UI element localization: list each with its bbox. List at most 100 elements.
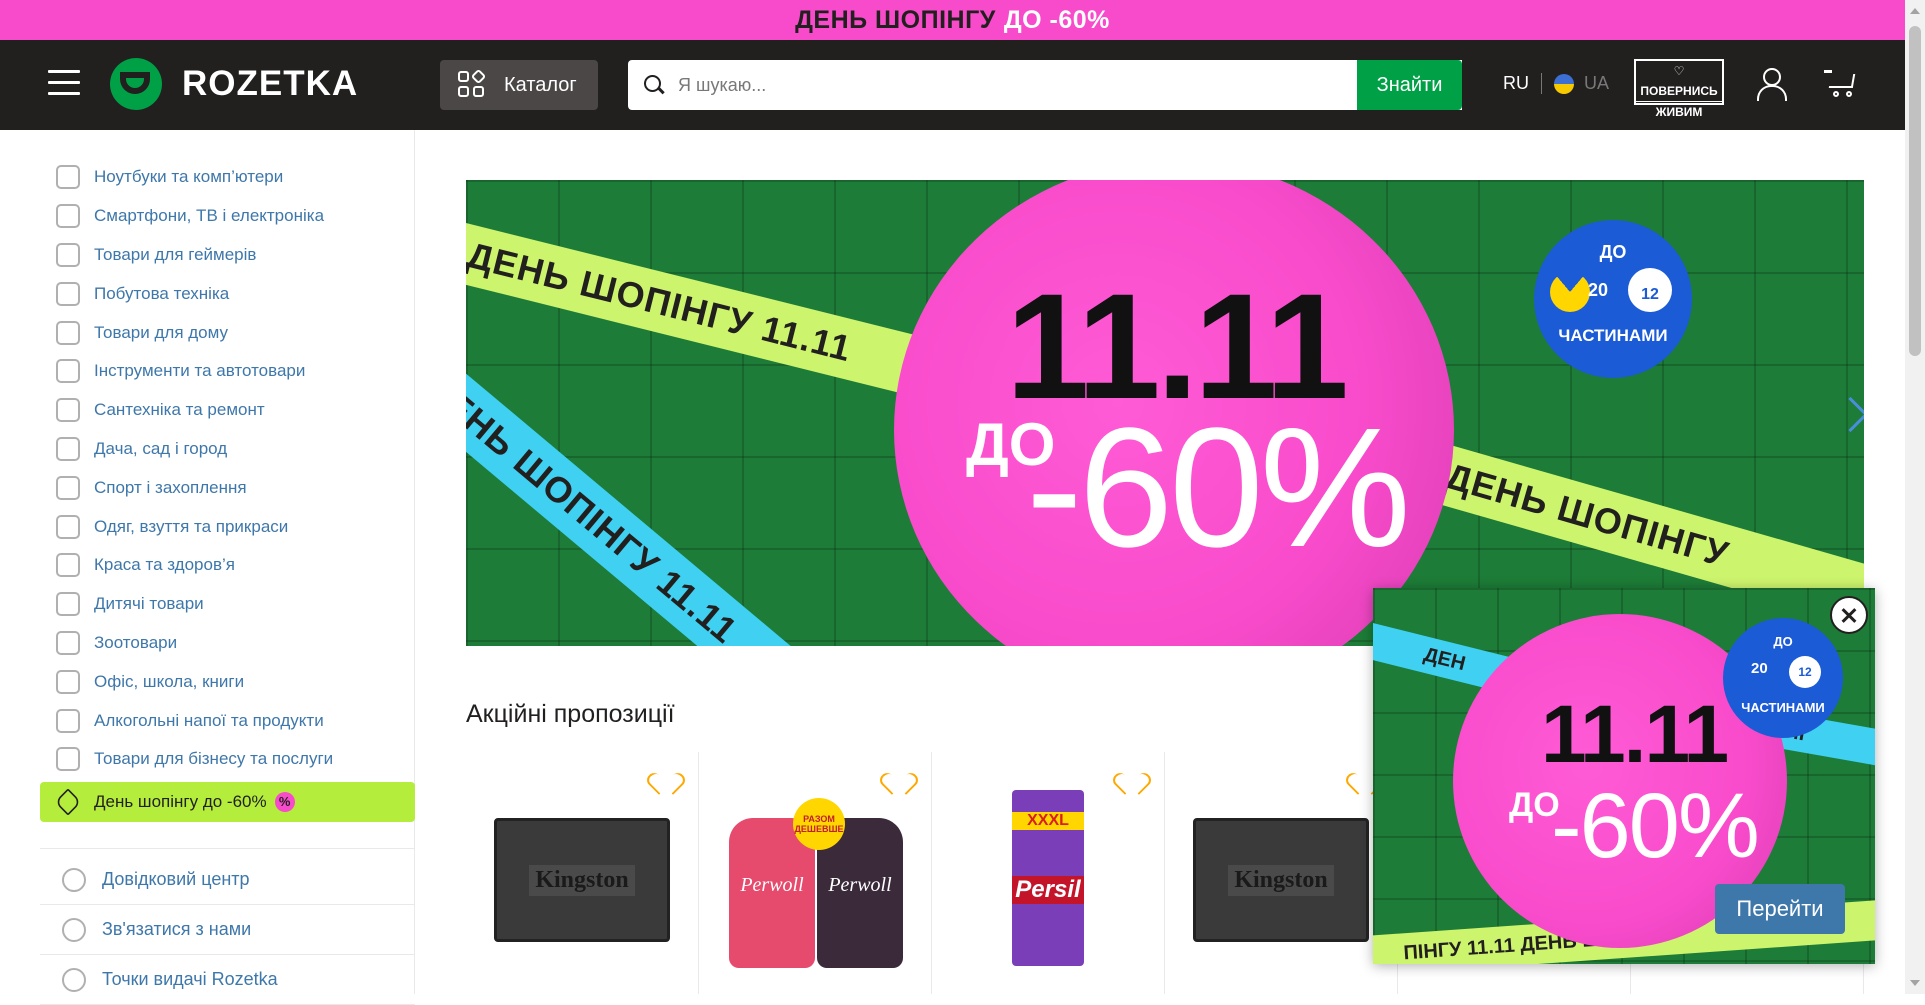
search-icon (642, 73, 666, 97)
scrollbar-thumb[interactable] (1909, 26, 1921, 356)
search-input[interactable] (666, 60, 1410, 110)
product-image[interactable]: Kingston (494, 818, 670, 942)
product-card[interactable]: Kingston (1165, 752, 1398, 994)
sidebar-item-business[interactable]: Товари для бізнесу та послуги (40, 740, 415, 779)
product-card[interactable]: РАЗОМ ДЕШЕВШЕ Perwoll Perwoll (699, 752, 932, 994)
scroll-up-arrow-icon[interactable] (1910, 8, 1920, 14)
popup-go-button[interactable]: Перейти (1715, 884, 1845, 934)
perfume-icon (56, 553, 80, 578)
sidebar-item-label: Алкогольні напої та продукти (94, 710, 324, 730)
armchair-icon (56, 320, 80, 345)
header: ROZETKA Каталог 🎙 Знайти RU UA ♡ ПОВЕРНИ… (0, 40, 1905, 130)
language-switcher: RU UA (1503, 73, 1609, 94)
heart-icon[interactable] (654, 772, 680, 798)
logo-smile-icon (110, 58, 162, 110)
sidebar-item-office[interactable]: Офіс, школа, книги (40, 662, 415, 701)
sidebar-item-label: Побутова техніка (94, 283, 230, 303)
installments-badge-top: ДО (1599, 242, 1627, 262)
heart-icon[interactable] (1120, 772, 1146, 798)
garden-tools-icon (56, 436, 80, 461)
sidebar-item-label: Одяг, взуття та прикраси (94, 516, 289, 536)
sidebar-item-laptops[interactable]: Ноутбуки та комп’ютери (40, 158, 415, 197)
laptop-icon (56, 165, 80, 190)
heart-icon[interactable] (887, 772, 913, 798)
sidebar-item-label: Спорт і захоплення (94, 477, 247, 497)
povernys-line2: ЖИВИМ (1655, 105, 1703, 119)
promo-strip[interactable]: ДЕНЬ ШОПІНГУ ДО -60% (0, 0, 1905, 40)
lang-ua-option[interactable]: UA (1542, 73, 1609, 94)
sidebar-item-label: Дача, сад і город (94, 438, 228, 458)
povernys-zhyvym-logo[interactable]: ♡ ПОВЕРНИСЬ ЖИВИМ (1634, 59, 1724, 119)
page-scrollbar[interactable] (1905, 0, 1925, 994)
paperclip-icon (56, 669, 80, 694)
help-center-label: Довідковий центр (102, 869, 250, 889)
product-image-brand: Kingston (529, 864, 635, 896)
product-card[interactable]: XXXL Persil (932, 752, 1165, 994)
sidebar-item-kids[interactable]: Дитячі товари (40, 585, 415, 624)
popup-badge-bottom: ЧАСТИНАМИ (1741, 700, 1825, 715)
product-card[interactable]: Kingston (466, 752, 699, 994)
section-title: Акційні пропозиції (466, 700, 675, 728)
user-icon[interactable] (1755, 66, 1787, 101)
catalog-label: Каталог (504, 73, 577, 96)
gamepad-icon (56, 242, 80, 267)
sidebar-item-plumbing[interactable]: Сантехніка та ремонт (40, 391, 415, 430)
sidebar-item-shopping-day[interactable]: День шопінгу до -60% % (40, 781, 415, 822)
menu-icon[interactable] (48, 70, 80, 98)
sidebar-item-label: Товари для геймерів (94, 244, 257, 264)
search-box: 🎙 (628, 60, 1462, 110)
sidebar-item-home[interactable]: Товари для дому (40, 313, 415, 352)
paw-icon (56, 630, 80, 655)
installments-badge-bottom: ЧАСТИНАМИ (1558, 326, 1668, 345)
promo-strip-text: ДЕНЬ ШОПІНГУ (795, 5, 996, 34)
cocktail-icon (56, 708, 80, 733)
pickup-points-label: Точки видачі Rozetka (102, 969, 278, 989)
category-list: Ноутбуки та комп’ютери Смартфони, ТВ і е… (40, 158, 415, 822)
sidebar-item-label: Сантехніка та ремонт (94, 400, 265, 420)
sidebar-help-links: Довідковий центр Зв'язатися з нами Точки… (40, 855, 415, 1005)
ukraine-flag-icon (1554, 73, 1574, 94)
sidebar-item-label: Краса та здоров’я (94, 555, 235, 575)
pickup-points-link[interactable]: Точки видачі Rozetka (40, 955, 415, 1005)
sidebar-item-gamers[interactable]: Товари для геймерів (40, 236, 415, 275)
tag-icon (54, 788, 82, 816)
sidebar-item-pets[interactable]: Зоотовари (40, 624, 415, 663)
washing-machine-icon (56, 281, 80, 306)
product-image[interactable]: РАЗОМ ДЕШЕВШЕ Perwoll Perwoll (729, 798, 905, 978)
search-button[interactable]: Знайти (1357, 60, 1462, 110)
cart-icon[interactable] (1824, 68, 1856, 98)
sidebar-item-label: Зоотовари (94, 632, 178, 652)
catalog-button[interactable]: Каталог (440, 60, 598, 110)
installments-badge-20: 20 (1588, 280, 1609, 300)
sidebar: Ноутбуки та комп’ютери Смартфони, ТВ і е… (0, 130, 415, 1005)
chevron-right-icon[interactable] (1838, 390, 1862, 440)
sidebar-item-sport[interactable]: Спорт і захоплення (40, 468, 415, 507)
sidebar-item-alcohol[interactable]: Алкогольні напої та продукти (40, 701, 415, 740)
sidebar-item-appliances[interactable]: Побутова техніка (40, 274, 415, 313)
installments-badge: ДО 20 12 ЧАСТИНАМИ (1534, 220, 1692, 378)
percent-badge: % (274, 791, 295, 812)
logo-text: ROZETKA (182, 64, 359, 103)
logo[interactable]: ROZETKA (110, 58, 358, 110)
lang-ru-option[interactable]: RU (1503, 73, 1542, 94)
sidebar-item-smartphones[interactable]: Смартфони, ТВ і електроніка (40, 197, 415, 236)
scroll-down-arrow-icon[interactable] (1910, 980, 1920, 986)
popup-badge-20: 20 (1751, 660, 1768, 677)
product-image[interactable]: Kingston (1193, 818, 1369, 942)
sidebar-item-label: Дитячі товари (94, 594, 204, 614)
teddy-bear-icon (56, 592, 80, 617)
sidebar-item-beauty[interactable]: Краса та здоров’я (40, 546, 415, 585)
sidebar-item-garden[interactable]: Дача, сад і город (40, 430, 415, 469)
product-image[interactable]: XXXL Persil (1012, 790, 1084, 966)
main-banner[interactable]: ДЕНЬ ШОПІНГУ 11.11 ДЕНЬ ШОПІНГУ 11.11 ДЕ… (466, 180, 1864, 646)
close-icon[interactable] (1830, 596, 1868, 634)
pacman-icon (1550, 272, 1590, 312)
sidebar-item-clothes[interactable]: Одяг, взуття та прикраси (40, 507, 415, 546)
contact-us-link[interactable]: Зв'язатися з нами (40, 905, 415, 955)
racket-icon (56, 475, 80, 500)
banner-discount: -60% (1026, 393, 1411, 583)
sidebar-item-tools[interactable]: Інструменти та автотовари (40, 352, 415, 391)
help-center-link[interactable]: Довідковий центр (40, 855, 415, 905)
smartphone-icon (56, 204, 80, 229)
lang-ua-label: UA (1584, 73, 1610, 93)
